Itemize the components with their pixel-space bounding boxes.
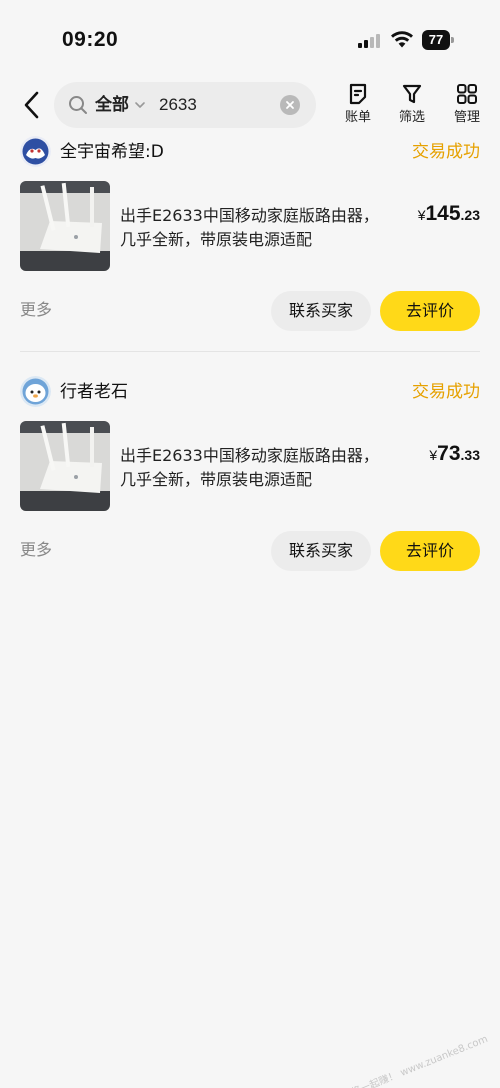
search-scope-select[interactable]: 全部 (95, 94, 129, 116)
bill-button[interactable]: 账单 (336, 82, 380, 130)
currency-symbol: ¥ (429, 447, 438, 463)
wifi-icon (391, 31, 413, 48)
chevron-down-icon[interactable] (134, 99, 146, 111)
more-button[interactable]: 更多 (20, 299, 52, 321)
bill-label: 账单 (344, 110, 371, 125)
search-header: 全部 2633 账单 筛选 管理 (0, 80, 500, 130)
card-divider (20, 351, 480, 352)
watermark: 赚客吧，有奖一起赚！ www.zuanke8.com (303, 1033, 490, 1088)
price-integer: 73 (437, 442, 461, 465)
status-bar: 09:20 77 (0, 0, 500, 80)
more-button[interactable]: 更多 (20, 539, 52, 561)
order-card[interactable]: 行者老石 交易成功 出手E2633中国移动家庭版路由器，几乎全新，带原装电源适配… (0, 376, 500, 590)
price-decimal: .33 (460, 447, 480, 463)
price-integer: 145 (425, 202, 461, 225)
order-status: 交易成功 (412, 382, 480, 402)
product-title[interactable]: 出手E2633中国移动家庭版路由器，几乎全新，带原装电源适配 (120, 444, 390, 492)
price-decimal: .23 (460, 207, 480, 223)
battery-level: 77 (422, 30, 450, 50)
seller-name[interactable]: 全宇宙希望:D (60, 140, 164, 164)
order-price: ¥145.23 (418, 202, 480, 226)
seller-name[interactable]: 行者老石 (60, 380, 128, 404)
manage-button[interactable]: 管理 (445, 82, 489, 130)
order-card-header: 行者老石 交易成功 (20, 376, 480, 408)
search-input[interactable]: 2633 (159, 94, 197, 116)
filter-icon (402, 84, 422, 104)
order-status: 交易成功 (412, 142, 480, 162)
order-card[interactable]: 全宇宙希望:D 交易成功 出手E2633中国移动家庭版路由器，几乎全新，带原装电… (0, 136, 500, 350)
seller-avatar[interactable] (20, 376, 51, 407)
search-icon (69, 96, 87, 114)
grid-manage-icon (457, 84, 477, 104)
order-price: ¥73.33 (429, 442, 480, 466)
search-box[interactable]: 全部 2633 (54, 82, 316, 128)
close-icon (286, 101, 294, 109)
manage-label: 管理 (453, 110, 480, 125)
status-time: 09:20 (62, 28, 119, 51)
contact-buyer-button[interactable]: 联系买家 (271, 291, 371, 331)
back-button[interactable] (18, 90, 46, 120)
review-button[interactable]: 去评价 (380, 291, 480, 331)
clear-search-button[interactable] (280, 95, 300, 115)
product-thumbnail[interactable] (20, 421, 110, 511)
chevron-left-icon (24, 91, 39, 119)
filter-label: 筛选 (398, 110, 425, 125)
contact-buyer-button[interactable]: 联系买家 (271, 531, 371, 571)
order-card-header: 全宇宙希望:D 交易成功 (20, 136, 480, 168)
filter-button[interactable]: 筛选 (390, 82, 434, 130)
seller-avatar[interactable] (20, 136, 51, 167)
product-thumbnail[interactable] (20, 181, 110, 271)
product-title[interactable]: 出手E2633中国移动家庭版路由器，几乎全新，带原装电源适配 (120, 204, 390, 252)
bill-icon (349, 83, 367, 105)
battery-icon: 77 (422, 30, 454, 50)
cellular-signal-icon (358, 33, 384, 48)
review-button[interactable]: 去评价 (380, 531, 480, 571)
